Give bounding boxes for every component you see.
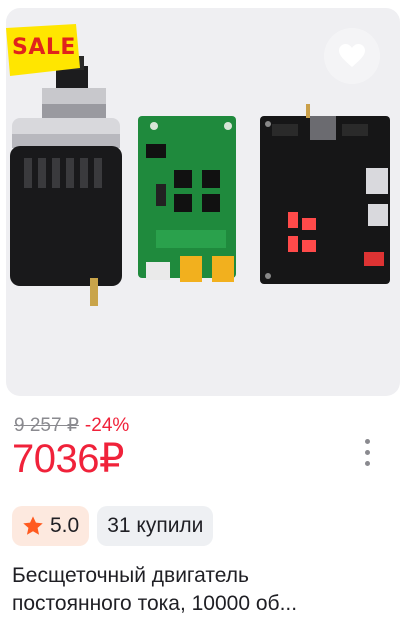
bought-count-label: 31 купили xyxy=(107,514,204,537)
product-title[interactable]: Бесщеточный двигатель постоянного тока, … xyxy=(12,562,392,618)
product-image-area[interactable]: SALE xyxy=(6,8,400,396)
rating-value: 5.0 xyxy=(50,514,80,537)
sale-badge: SALE xyxy=(6,24,80,81)
current-price: 7036₽ xyxy=(12,437,124,481)
driver-board-image xyxy=(138,116,236,282)
badges-row: 5.0 31 купили xyxy=(12,506,214,546)
rating-badge[interactable]: 5.0 xyxy=(12,506,90,546)
more-options-button[interactable] xyxy=(360,428,374,476)
star-icon xyxy=(23,516,43,535)
more-vertical-icon-dot xyxy=(364,449,370,455)
more-vertical-icon-dot xyxy=(364,460,370,466)
discount-percent: -24% xyxy=(84,415,130,436)
favorite-button[interactable] xyxy=(324,28,380,84)
old-price: 9 257 ₽ xyxy=(14,415,79,436)
motor-image xyxy=(10,56,122,306)
bought-count-badge: 31 купили xyxy=(97,506,214,546)
sale-label: SALE xyxy=(12,35,76,60)
more-vertical-icon-dot xyxy=(364,438,370,444)
controller-board-image xyxy=(260,104,390,284)
heart-icon xyxy=(339,44,365,67)
price-row: 9 257 ₽ -24% xyxy=(14,414,129,437)
product-title-line-2: постоянного тока, 10000 об... xyxy=(12,592,298,615)
product-title-line-1: Бесщеточный двигатель xyxy=(12,564,249,587)
